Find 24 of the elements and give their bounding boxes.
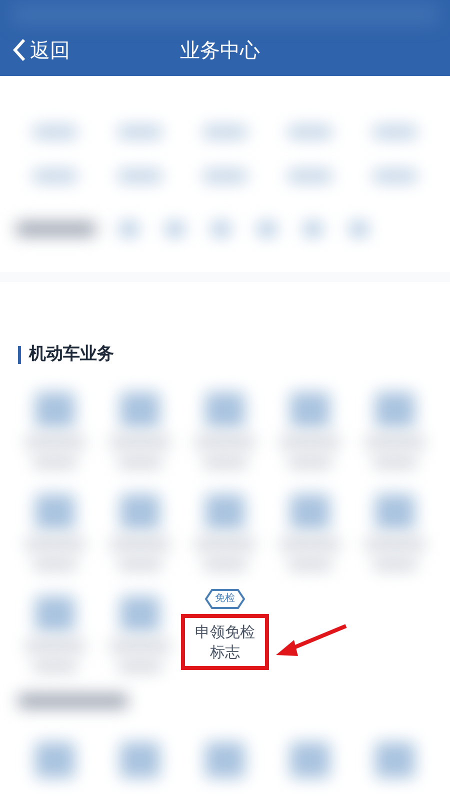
blurred-icon	[375, 494, 416, 530]
blurred-icon	[120, 742, 160, 778]
blurred-icon	[120, 392, 160, 428]
section-marker	[18, 346, 21, 364]
back-button[interactable]: 返回	[12, 35, 70, 66]
blurred-icon	[34, 742, 75, 778]
blurred-icon	[290, 494, 330, 530]
blurred-icon	[375, 742, 416, 778]
blurred-icon	[34, 494, 75, 530]
apply-exemption-label[interactable]: 申领免检标志	[181, 614, 269, 670]
badge-icon: 免检	[204, 588, 246, 610]
blurred-icon	[120, 494, 160, 530]
blurred-icon	[34, 596, 75, 632]
section-title: 机动车业务	[29, 343, 114, 366]
blurred-icon	[204, 742, 245, 778]
blurred-icon	[375, 392, 416, 428]
blurred-icon	[120, 596, 160, 632]
blurred-icon	[34, 392, 75, 428]
back-icon	[12, 38, 26, 62]
blurred-icon	[204, 494, 245, 530]
blurred-icon	[204, 392, 245, 428]
blurred-icon	[290, 392, 330, 428]
page-title: 业务中心	[180, 37, 260, 64]
blurred-icon	[290, 742, 330, 778]
